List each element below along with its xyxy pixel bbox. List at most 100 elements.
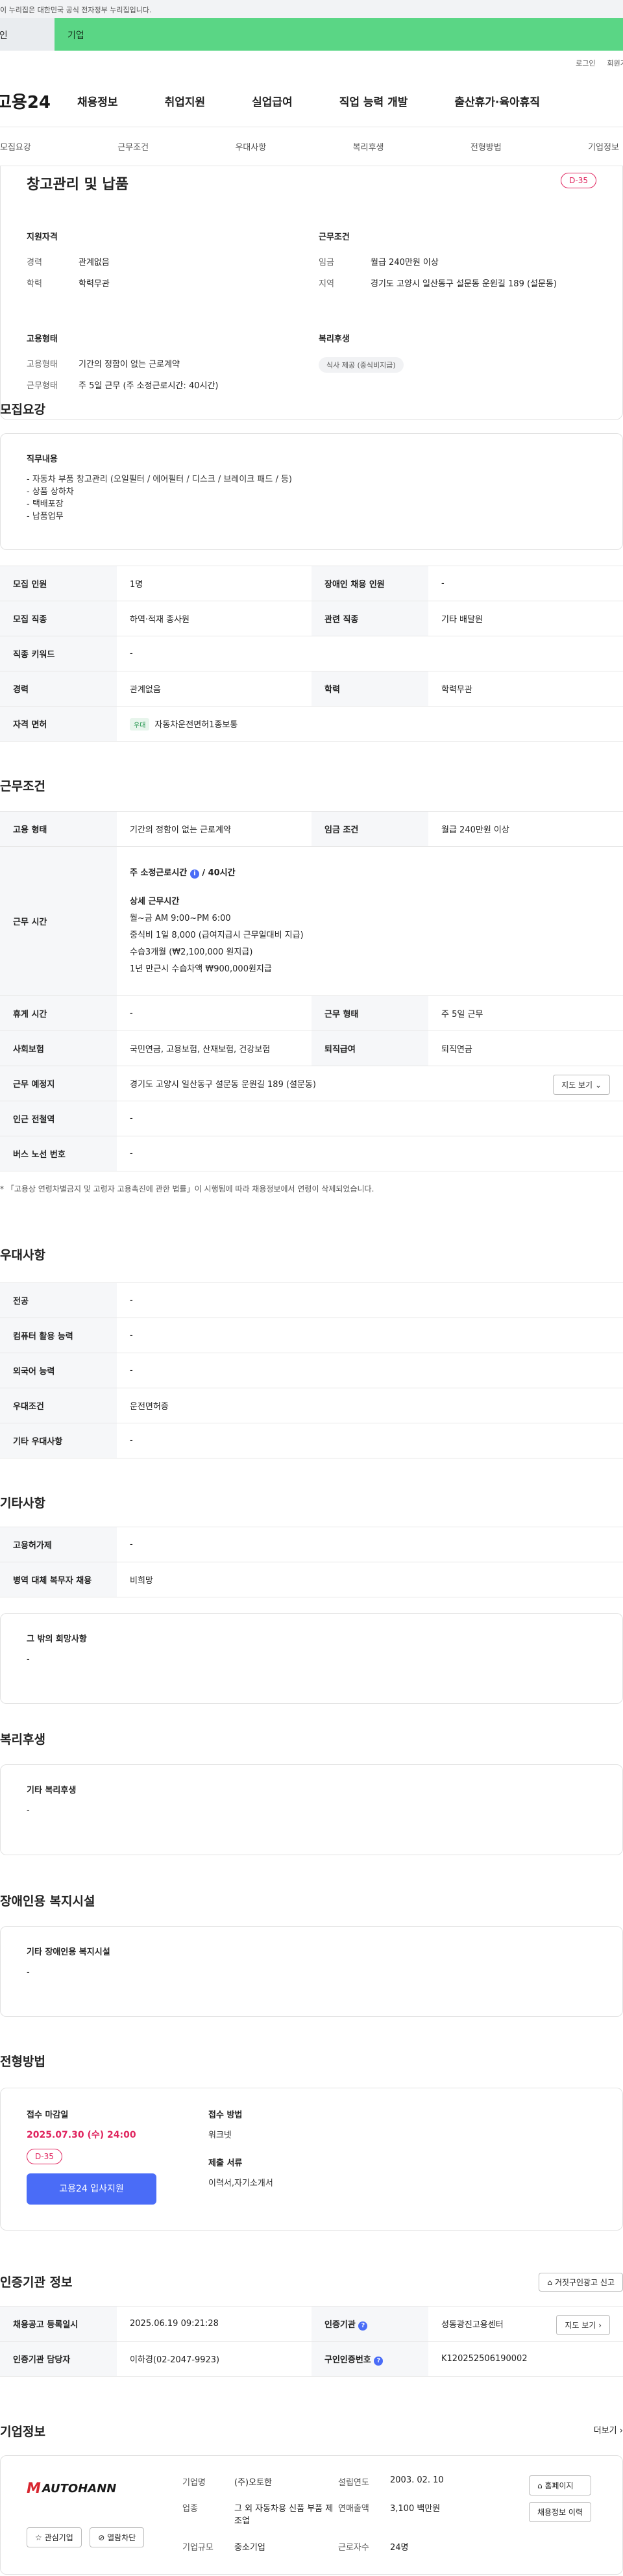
subtab-apply[interactable]: 전형방법 [470, 140, 502, 153]
preference-title: 우대사항 [0, 1248, 45, 1262]
headcount-value: 1명 [117, 566, 312, 601]
mgr-label: 인증기관 담당자 [0, 2341, 117, 2377]
recruit-section: 모집요강 직무내용 - 자동차 부품 창고관리 (오일필터 / 에어필터 / 디… [0, 400, 623, 742]
welfare-section: 복리후생 기타 복리후생 - [0, 1730, 623, 1855]
gov-banner-text: 이 누리집은 대한민국 공식 전자정부 누리집입니다. [0, 6, 152, 14]
chevron-down-icon: ⌄ [594, 1081, 602, 1090]
other-wish-value: - [27, 1655, 30, 1664]
region-label: 지역 [319, 279, 334, 289]
welfare-box-value: - [27, 1806, 30, 1816]
num-value: K120252506190002 [428, 2341, 623, 2377]
emp-heading: 고용형태 [27, 334, 58, 344]
site-logo[interactable]: 고용24 [0, 89, 77, 113]
deadline-heading: 접수 마감일 [27, 2110, 69, 2120]
cert-section: 인증기관 정보 ⌂ 거짓구인광고 신고 채용공고 등록일시 2025.06.19… [0, 2273, 623, 2377]
place-text: 경기도 고양시 일산동구 설문동 운원길 189 (설문동) [130, 1080, 316, 1090]
computer-value: - [117, 1318, 623, 1353]
signup-link[interactable]: 회원가입 [607, 58, 623, 68]
founded-label: 설립연도 [338, 2478, 369, 2488]
gnb-item-employment-support[interactable]: 취업지원 [165, 93, 206, 109]
qual-heading: 지원자격 [27, 232, 58, 242]
docs-value: 이력서,자기소개서 [208, 2179, 273, 2188]
insurance-label: 사회보험 [0, 1031, 117, 1066]
table-row: 외국어 능력 - [0, 1353, 623, 1388]
history-button[interactable]: 채용정보 이력 [528, 2502, 591, 2522]
tab-personal[interactable]: 개인 [0, 18, 55, 51]
cert-title: 인증기관 정보 [0, 2275, 73, 2290]
gnb-item-training[interactable]: 직업 능력 개발 [339, 93, 408, 109]
login-link[interactable]: 로그인 [576, 58, 595, 68]
cond-wage-value: 월급 240만원 이상 [428, 811, 623, 847]
chevron-right-icon: › [598, 2321, 602, 2330]
table-row: 직종 키워드 - [0, 636, 623, 671]
method-value: 워크넷 [208, 2131, 232, 2140]
homepage-button[interactable]: ⌂ 홈페이지 [528, 2475, 591, 2495]
wage-value: 월급 240만원 이상 [371, 258, 439, 268]
facility-box: 기타 장애인용 복지시설 - [0, 1926, 623, 2017]
report-button[interactable]: ⌂ 거짓구인광고 신고 [539, 2273, 623, 2292]
founded-value: 2003. 02. 10 [390, 2475, 444, 2485]
sales-value: 3,100 백만원 [390, 2504, 441, 2514]
subtab-company[interactable]: 기업정보 [588, 140, 619, 153]
bus-value: - [117, 1136, 623, 1171]
worktype-value: 주 5일 근무 (주 소정근로시간: 40시간) [79, 381, 219, 391]
region-value: 경기도 고양시 일산동구 설문동 운원길 189 (설문동) [371, 279, 557, 289]
preference-section: 우대사항 전공 - 컴퓨터 활용 능력 - 외국어 능력 - 우대조건 운전면허증 기타… [0, 1245, 623, 1458]
disabled-value: - [428, 566, 623, 601]
table-row: 자격 면허 우대 자동차운전면허1종보통 [0, 706, 623, 742]
company-section: 기업정보 더보기 › M AUTOHANN ☆ 관심기업 ⊘ 열람차단 기업명 (… [0, 2422, 623, 2575]
info-icon[interactable]: ? [374, 2356, 384, 2366]
computer-label: 컴퓨터 활용 능력 [0, 1318, 117, 1353]
table-row: 모집 직종 하역·적재 종사원 관련 직종 기타 배달원 [0, 601, 623, 636]
table-row: 휴게 시간 - 근무 형태 주 5일 근무 [0, 995, 623, 1031]
career-value: 관계없음 [79, 258, 110, 268]
fav-company-button[interactable]: ☆ 관심기업 [27, 2527, 82, 2547]
career-row-label: 경력 [0, 671, 117, 707]
conditions-table: 고용 형태 기간의 정함이 없는 근로계약 임금 조건 월급 240만원 이상 … [0, 811, 623, 1171]
keyword-label: 직종 키워드 [0, 636, 117, 671]
tab-company[interactable]: 기업 [55, 18, 623, 51]
map-button[interactable]: 지도 보기 ⌄ [553, 1075, 610, 1095]
break-label: 휴게 시간 [0, 995, 117, 1031]
retire-value: 퇴직연금 [428, 1031, 623, 1066]
gnb-item-leave[interactable]: 출산휴가·육아휴직 [454, 93, 540, 109]
license-text: 자동차운전면허1종보통 [154, 719, 238, 730]
mgr-value: 이하경(02-2047-9923) [117, 2341, 312, 2377]
major-value: - [117, 1282, 623, 1318]
hours-weekly-label: 주 소정근로시간 [130, 868, 188, 878]
cond-worktype-label: 근무 형태 [312, 995, 428, 1031]
reg-label: 채용공고 등록일시 [0, 2306, 117, 2342]
edu-row-label: 학력 [312, 671, 428, 707]
company-logo: M AUTOHANN [27, 2480, 117, 2497]
info-icon[interactable]: i [189, 869, 199, 879]
welfare-title: 복리후생 [0, 1732, 45, 1747]
subtab-conditions[interactable]: 근무조건 [117, 140, 149, 153]
subtab-recruit[interactable]: 모집요강 [0, 140, 31, 153]
duty-box: 직무내용 - 자동차 부품 창고관리 (오일필터 / 에어필터 / 디스크 / … [0, 433, 623, 550]
major-label: 전공 [0, 1282, 117, 1318]
place-label: 근무 예정지 [0, 1066, 117, 1101]
company-more-link[interactable]: 더보기 › [594, 2423, 623, 2436]
home-icon: ⌂ [537, 2481, 543, 2490]
hours-label: 근무 시간 [0, 846, 117, 996]
gnb-item-jobs[interactable]: 채용정보 [77, 93, 118, 109]
job-title: 창고관리 및 납품 [27, 177, 128, 193]
duty-text: - 자동차 부품 창고관리 (오일필터 / 에어필터 / 디스크 / 브레이크 … [27, 475, 292, 521]
apply-button[interactable]: 고용24 입사지원 [27, 2173, 156, 2205]
org-map-button[interactable]: 지도 보기 › [556, 2315, 610, 2335]
subtab-welfare[interactable]: 복리후생 [353, 140, 384, 153]
job-value: 하역·적재 종사원 [117, 601, 312, 636]
edu-value: 학력무관 [79, 279, 110, 289]
company-size-label: 기업규모 [182, 2542, 214, 2553]
gnb-item-unemployment[interactable]: 실업급여 [252, 93, 293, 109]
block-button[interactable]: ⊘ 열람차단 [90, 2527, 145, 2547]
chevron-right-icon: › [619, 2426, 623, 2436]
age-note: * 「고용상 연령차별금지 및 고령자 고용촉진에 관한 법률」이 시행됨에 따… [0, 1184, 374, 1194]
bus-label: 버스 노선 번호 [0, 1136, 117, 1171]
military-label: 병역 대체 복무자 채용 [0, 1562, 117, 1597]
global-nav: 고용24 채용정보 취업지원 실업급여 직업 능력 개발 출산휴가·육아휴직 [0, 75, 623, 127]
license-label: 자격 면허 [0, 706, 117, 742]
subtab-preference[interactable]: 우대사항 [235, 140, 266, 153]
cond-emptype-label: 고용 형태 [0, 811, 117, 847]
info-icon[interactable]: ? [358, 2321, 368, 2331]
